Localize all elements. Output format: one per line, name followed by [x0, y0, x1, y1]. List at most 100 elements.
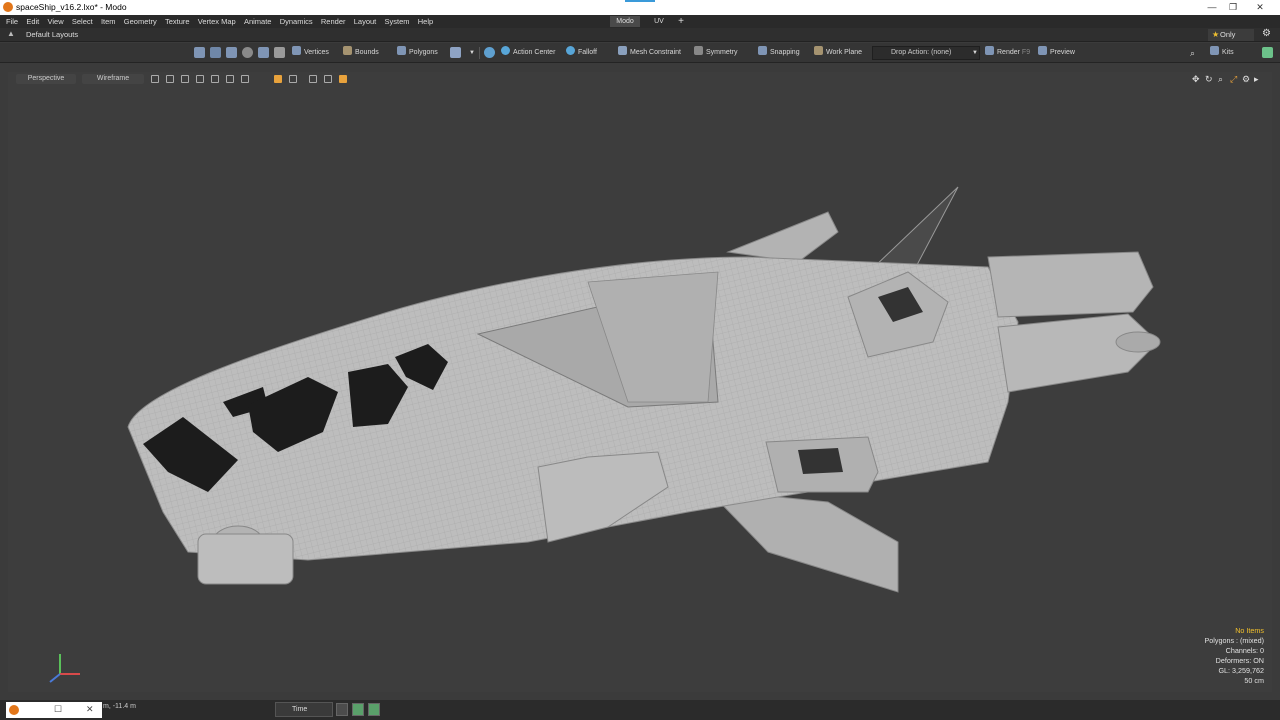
record-icon[interactable]	[339, 75, 347, 83]
modo-app-icon	[3, 2, 13, 12]
mesh-constraint-label: Mesh Constraint	[630, 49, 681, 56]
menu-render[interactable]: Render	[315, 15, 346, 28]
3d-viewport[interactable]	[8, 72, 1272, 692]
menu-help[interactable]: Help	[412, 15, 433, 28]
close-button[interactable]: ✕	[1240, 0, 1280, 15]
tab-modo[interactable]: Modo	[610, 16, 640, 27]
toolbar-divider	[479, 47, 480, 59]
chevron-down-icon[interactable]: ▼	[469, 46, 475, 60]
menu-edit[interactable]: Edit	[20, 15, 39, 28]
drop-action-chevron-icon[interactable]: ▼	[972, 46, 978, 60]
layout-selector[interactable]: Default Layouts	[26, 29, 78, 41]
layers-icon[interactable]	[368, 703, 380, 716]
expand-up-icon[interactable]: ▲	[7, 29, 15, 38]
menu-file[interactable]: File	[0, 15, 18, 28]
shadow-icon[interactable]	[241, 75, 249, 83]
smooth-icon[interactable]	[181, 75, 189, 83]
spaceship-model	[49, 186, 1161, 683]
menu-vertex-map[interactable]: Vertex Map	[192, 15, 236, 28]
panel-toggle-icon[interactable]	[1262, 47, 1273, 58]
vertices-icon	[292, 46, 301, 55]
render-button[interactable]: Render F9	[985, 46, 1030, 60]
layout-bar: ▲ Default Layouts Only ★ ⚙	[0, 28, 1280, 42]
fit-icon[interactable]	[324, 75, 332, 83]
paint-select-icon[interactable]	[242, 47, 253, 58]
polygons-icon	[397, 46, 406, 55]
hud-polygons: Polygons : (mixed)	[1204, 636, 1264, 645]
mesh-constraint-button[interactable]: Mesh Constraint	[618, 46, 681, 60]
camera-icon[interactable]	[274, 75, 282, 83]
work-plane-icon	[814, 46, 823, 55]
modo-taskbar-icon[interactable]	[9, 705, 19, 715]
lock-icon[interactable]	[289, 75, 297, 83]
item-mode-icon[interactable]	[258, 47, 269, 58]
menu-texture[interactable]: Texture	[159, 15, 190, 28]
preview-button[interactable]: Preview	[1038, 46, 1075, 60]
action-center-icon	[501, 46, 510, 55]
symmetry-button[interactable]: Symmetry	[694, 46, 738, 60]
select-mode-icon[interactable]	[194, 47, 205, 58]
taskbar-panel: ☐ ✕	[6, 702, 102, 718]
kits-button[interactable]: Kits	[1210, 46, 1234, 60]
action-center-button[interactable]: Action Center	[501, 46, 555, 60]
work-plane-label: Work Plane	[826, 49, 863, 56]
bounds-button[interactable]: Bounds	[343, 46, 379, 60]
materials-icon[interactable]	[450, 47, 461, 58]
title-bar: spaceShip_v16.2.lxo* - Modo — ❐ ✕	[0, 0, 1280, 15]
vertices-label: Vertices	[304, 49, 329, 56]
material-mode-icon[interactable]	[274, 47, 285, 58]
frame-icon[interactable]	[309, 75, 317, 83]
menu-view[interactable]: View	[42, 15, 64, 28]
gear-icon[interactable]: ⚙	[1262, 28, 1271, 39]
close-icon[interactable]: ✕	[86, 704, 94, 715]
zoom-icon[interactable]: ⌕	[1218, 74, 1223, 85]
title-accent	[625, 0, 655, 2]
viewport-gear-icon[interactable]: ⚙	[1242, 74, 1250, 85]
reflection-icon[interactable]	[211, 75, 219, 83]
timeline-icon[interactable]	[336, 703, 348, 716]
symmetry-toggle-icon[interactable]	[484, 47, 495, 58]
menu-layout[interactable]: Layout	[348, 15, 377, 28]
work-plane-button[interactable]: Work Plane	[814, 46, 862, 60]
wireframe-icon[interactable]	[166, 75, 174, 83]
snapping-icon	[758, 46, 767, 55]
shading-mode-selector[interactable]: Wireframe	[82, 74, 144, 84]
search-icon[interactable]: ⌕	[1190, 46, 1195, 60]
hud-deformers: Deformers: ON	[1215, 656, 1264, 665]
menu-item[interactable]: Item	[95, 15, 116, 28]
view-type-selector[interactable]: Perspective	[16, 74, 76, 84]
hud-gl: GL: 3,259,762	[1218, 666, 1264, 675]
pan-icon[interactable]: ✥	[1192, 74, 1200, 85]
select-through-icon[interactable]	[210, 47, 221, 58]
time-button[interactable]: Time	[275, 702, 333, 717]
menu-dynamics[interactable]: Dynamics	[274, 15, 313, 28]
light-icon[interactable]	[226, 75, 234, 83]
texture-icon[interactable]	[196, 75, 204, 83]
lasso-icon[interactable]	[226, 47, 237, 58]
tab-uv[interactable]: UV	[648, 16, 670, 27]
falloff-button[interactable]: Falloff	[566, 46, 597, 60]
vertices-button[interactable]: Vertices	[292, 46, 329, 60]
restore-icon[interactable]: ☐	[54, 704, 62, 715]
menu-system[interactable]: System	[379, 15, 410, 28]
snapping-button[interactable]: Snapping	[758, 46, 800, 60]
main-toolbar: Vertices Bounds Polygons ▼ Action Center…	[0, 43, 1280, 63]
action-center-label: Action Center	[513, 49, 556, 56]
hud-items: No Items	[1235, 626, 1264, 635]
maximize-icon[interactable]: ⤢	[1230, 74, 1237, 85]
polygons-label: Polygons	[409, 49, 438, 56]
properties-icon[interactable]	[352, 703, 364, 716]
falloff-label: Falloff	[578, 49, 597, 56]
rotate-icon[interactable]: ↻	[1205, 74, 1213, 85]
menu-select[interactable]: Select	[66, 15, 93, 28]
viewport-menu-icon[interactable]: ▸	[1254, 74, 1259, 85]
menu-geometry[interactable]: Geometry	[118, 15, 157, 28]
menu-animate[interactable]: Animate	[238, 15, 272, 28]
window-title: spaceShip_v16.2.lxo* - Modo	[16, 2, 127, 12]
bounds-label: Bounds	[355, 49, 379, 56]
add-tab-button[interactable]: +	[674, 16, 688, 27]
drop-action-select[interactable]: Drop Action: (none)	[872, 46, 980, 60]
mesh-constraint-icon	[618, 46, 627, 55]
grid-icon[interactable]	[151, 75, 159, 83]
polygons-button[interactable]: Polygons	[397, 46, 438, 60]
